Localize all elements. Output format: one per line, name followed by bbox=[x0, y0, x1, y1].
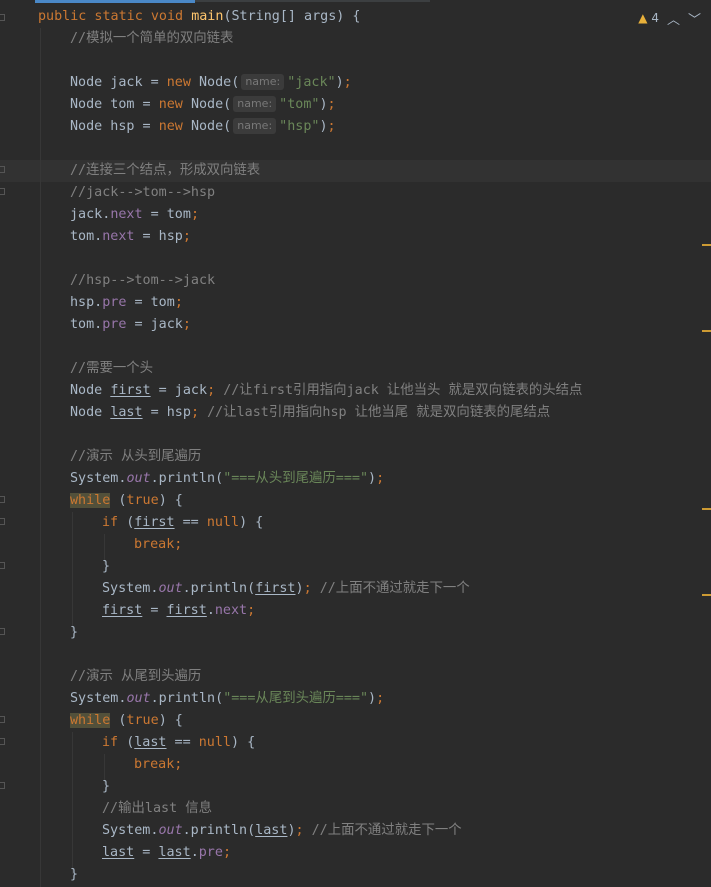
code-editor[interactable]: ▲ 4 ︿ ﹀ public static void main(String[]… bbox=[0, 0, 711, 887]
parameter-hint: name: bbox=[241, 74, 285, 90]
warning-stripe-mark[interactable] bbox=[702, 244, 711, 246]
code-line[interactable]: if (last == null) { bbox=[102, 732, 255, 754]
code-line[interactable]: hsp.pre = tom; bbox=[70, 292, 183, 314]
fold-marker-icon[interactable] bbox=[0, 782, 5, 789]
fold-marker-icon[interactable] bbox=[0, 628, 5, 635]
parameter-hint: name: bbox=[233, 118, 277, 134]
code-comment[interactable]: //演示 从头到尾遍历 bbox=[70, 446, 201, 468]
code-line[interactable]: System.out.println(last); //上面不通过就走下一个 bbox=[102, 820, 462, 842]
inspection-widget[interactable]: ▲ 4 ︿ ﹀ bbox=[638, 9, 701, 28]
code-line[interactable]: last = last.pre; bbox=[102, 842, 231, 864]
code-line[interactable]: first = first.next; bbox=[102, 600, 255, 622]
tab-bar-edge bbox=[195, 0, 430, 2]
warning-count[interactable]: ▲ 4 bbox=[638, 11, 659, 25]
code-line[interactable]: } bbox=[70, 864, 78, 886]
code-line[interactable]: } bbox=[70, 622, 78, 644]
fold-marker-icon[interactable] bbox=[0, 716, 5, 723]
code-comment[interactable]: //hsp-->tom-->jack bbox=[70, 270, 215, 292]
chevron-down-icon[interactable]: ﹀ bbox=[688, 9, 701, 28]
code-line[interactable]: System.out.println("===从尾到头遍历==="); bbox=[70, 688, 384, 710]
active-tab-indicator bbox=[35, 0, 195, 3]
fold-marker-icon[interactable] bbox=[0, 188, 5, 195]
code-line[interactable]: jack.next = tom; bbox=[70, 204, 199, 226]
code-comment[interactable]: //连接三个结点，形成双向链表 bbox=[70, 160, 260, 182]
warning-triangle-icon: ▲ bbox=[638, 11, 648, 25]
indent-guide bbox=[40, 28, 41, 887]
code-line[interactable]: System.out.println(first); //上面不通过就走下一个 bbox=[102, 578, 470, 600]
code-comment[interactable]: //模拟一个简单的双向链表 bbox=[70, 28, 233, 50]
fold-marker-icon[interactable] bbox=[0, 14, 5, 21]
code-comment[interactable]: //需要一个头 bbox=[70, 358, 153, 380]
code-line[interactable]: } bbox=[102, 776, 110, 798]
code-line[interactable]: Node first = jack; //让first引用指向jack 让他当头… bbox=[70, 380, 582, 402]
chevron-up-icon[interactable]: ︿ bbox=[667, 9, 680, 28]
code-line[interactable]: Node tom = new Node(name: "tom"); bbox=[70, 94, 336, 116]
fold-marker-icon[interactable] bbox=[0, 738, 5, 745]
fold-marker-icon[interactable] bbox=[0, 496, 5, 503]
parameter-hint: name: bbox=[233, 96, 277, 112]
code-line[interactable]: break; bbox=[134, 754, 182, 776]
code-line[interactable]: while (true) { bbox=[70, 710, 183, 732]
code-line[interactable]: while (true) { bbox=[70, 490, 183, 512]
warning-stripe-mark[interactable] bbox=[702, 594, 711, 596]
indent-guide bbox=[72, 512, 73, 632]
fold-marker-icon[interactable] bbox=[0, 562, 5, 569]
code-line[interactable]: Node hsp = new Node(name: "hsp"); bbox=[70, 116, 336, 138]
fold-gutter bbox=[0, 0, 8, 887]
code-comment[interactable]: //演示 从尾到头遍历 bbox=[70, 666, 201, 688]
warning-stripe-mark[interactable] bbox=[702, 330, 711, 332]
code-comment[interactable]: //输出last 信息 bbox=[102, 798, 212, 820]
warning-stripe-mark[interactable] bbox=[702, 508, 711, 510]
code-line[interactable]: tom.pre = jack; bbox=[70, 314, 191, 336]
code-line[interactable]: Node jack = new Node(name: "jack"); bbox=[70, 72, 352, 94]
code-line[interactable]: public static void main(String[] args) { bbox=[38, 6, 361, 28]
code-line[interactable]: if (first == null) { bbox=[102, 512, 263, 534]
fold-marker-icon[interactable] bbox=[0, 518, 5, 525]
code-line[interactable]: System.out.println("===从头到尾遍历==="); bbox=[70, 468, 384, 490]
code-line[interactable]: tom.next = hsp; bbox=[70, 226, 191, 248]
fold-marker-icon[interactable] bbox=[0, 166, 5, 173]
code-line[interactable]: } bbox=[102, 556, 110, 578]
code-comment[interactable]: //jack-->tom-->hsp bbox=[70, 182, 215, 204]
indent-guide bbox=[72, 732, 73, 874]
code-line[interactable]: break; bbox=[134, 534, 182, 556]
code-line[interactable]: Node last = hsp; //让last引用指向hsp 让他当尾 就是双… bbox=[70, 402, 550, 424]
